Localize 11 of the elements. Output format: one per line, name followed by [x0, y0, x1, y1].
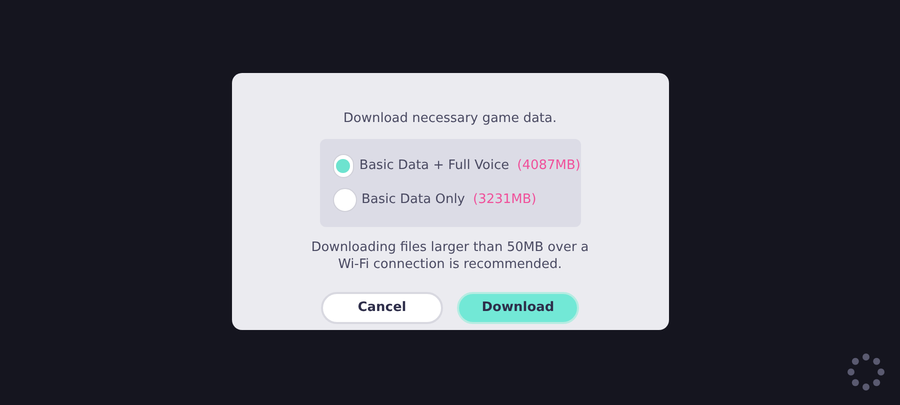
option-label: Basic Data Only [362, 191, 465, 210]
radio-button[interactable] [332, 154, 354, 178]
download-button[interactable]: Download [457, 292, 579, 324]
recommendation-note: Downloading files larger than 50MB over a Wi-Fi connection is recommended. [310, 239, 590, 273]
radio-button[interactable] [332, 188, 356, 212]
option-label: Basic Data + Full Voice [359, 157, 510, 176]
cancel-button[interactable]: Cancel [321, 292, 443, 324]
loading-spinner-icon [846, 352, 886, 392]
option-size: (4087MB) [517, 157, 580, 176]
option-size: (3231MB) [473, 191, 536, 210]
dialog-message: Download necessary game data. [343, 110, 557, 128]
